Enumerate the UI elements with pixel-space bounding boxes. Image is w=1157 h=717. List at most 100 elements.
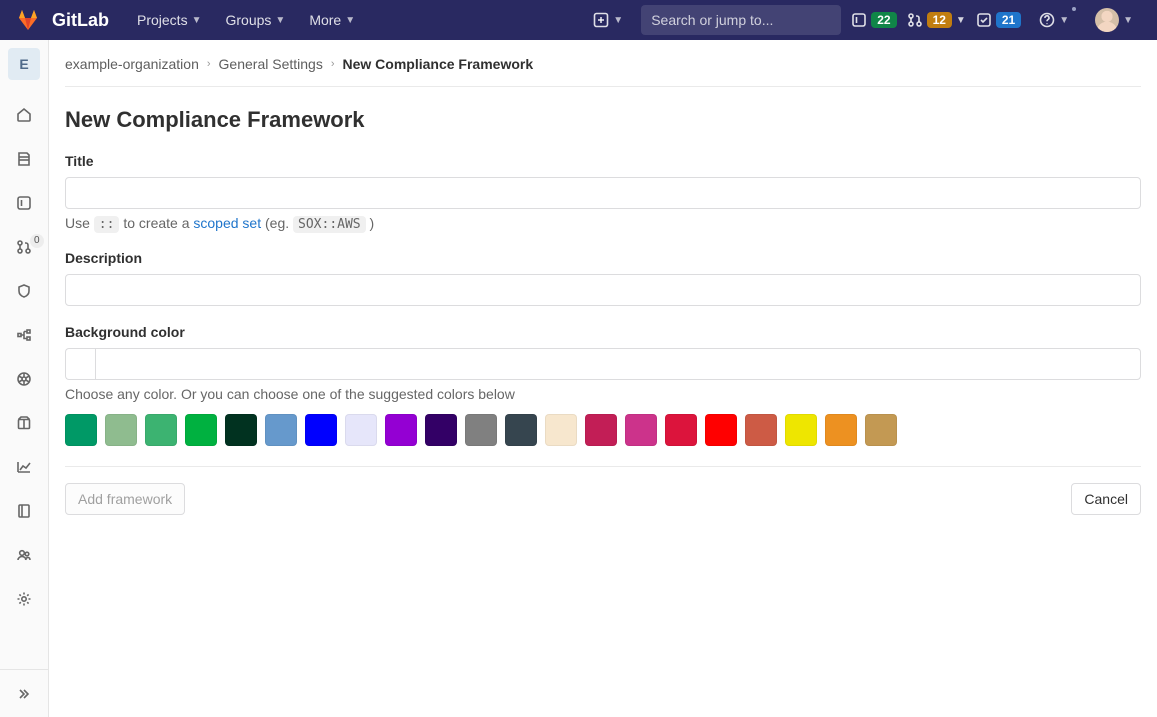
nav-groups[interactable]: Groups ▼ <box>217 6 293 34</box>
title-input[interactable] <box>65 177 1141 209</box>
analytics-icon <box>16 459 32 475</box>
sidebar-item-epics[interactable] <box>4 140 44 178</box>
color-swatch[interactable] <box>225 414 257 446</box>
color-swatch[interactable] <box>425 414 457 446</box>
todos-badge: 21 <box>996 12 1021 28</box>
color-swatch[interactable] <box>265 414 297 446</box>
breadcrumb-org[interactable]: example-organization <box>65 56 199 72</box>
color-swatch[interactable] <box>705 414 737 446</box>
issue-icon <box>851 12 867 28</box>
navbar-search[interactable] <box>641 5 841 35</box>
color-swatch[interactable] <box>345 414 377 446</box>
brand-name[interactable]: GitLab <box>52 10 109 31</box>
sidebar-mr-count: 0 <box>30 234 44 248</box>
sidebar-item-push-rules[interactable] <box>4 316 44 354</box>
color-help-text: Choose any color. Or you can choose one … <box>65 386 1141 402</box>
color-swatch[interactable] <box>385 414 417 446</box>
color-swatch[interactable] <box>65 414 97 446</box>
nav-todos-count[interactable]: 21 <box>976 12 1021 28</box>
home-icon <box>16 107 32 123</box>
description-label: Description <box>65 250 1141 266</box>
color-swatch[interactable] <box>465 414 497 446</box>
sidebar-item-kubernetes[interactable] <box>4 360 44 398</box>
color-swatch[interactable] <box>585 414 617 446</box>
nav-more[interactable]: More ▼ <box>301 6 363 34</box>
sidebar-item-overview[interactable] <box>4 96 44 134</box>
merge-request-icon <box>907 12 923 28</box>
color-swatch[interactable] <box>625 414 657 446</box>
gear-icon <box>16 591 32 607</box>
color-swatch[interactable] <box>305 414 337 446</box>
chevron-down-icon: ▼ <box>1123 15 1133 26</box>
title-label: Title <box>65 153 1141 169</box>
sidebar-collapse-toggle[interactable] <box>0 669 48 717</box>
help-icon <box>1039 12 1055 28</box>
nav-user-menu[interactable]: ▼ <box>1087 2 1141 38</box>
todo-icon <box>976 12 992 28</box>
sidebar-item-merge-requests[interactable]: 0 <box>4 228 44 266</box>
chevron-down-icon: ▼ <box>956 15 966 26</box>
sidebar-item-issues[interactable] <box>4 184 44 222</box>
description-input[interactable] <box>65 274 1141 306</box>
nav-help[interactable]: ▼ <box>1031 6 1077 34</box>
sidebar-item-settings[interactable] <box>4 580 44 618</box>
sidebar-group-avatar[interactable]: E <box>8 48 40 80</box>
breadcrumb-separator: › <box>207 58 211 70</box>
color-swatch[interactable] <box>505 414 537 446</box>
nav-issues-count[interactable]: 22 <box>851 12 896 28</box>
gitlab-logo-icon[interactable] <box>16 8 40 32</box>
search-input[interactable] <box>651 12 832 28</box>
mrs-badge: 12 <box>927 12 952 28</box>
sidebar-item-wiki[interactable] <box>4 492 44 530</box>
color-swatch[interactable] <box>745 414 777 446</box>
color-swatch[interactable] <box>545 414 577 446</box>
chevron-down-icon: ▼ <box>345 15 355 26</box>
sidebar-item-members[interactable] <box>4 536 44 574</box>
color-swatch[interactable] <box>105 414 137 446</box>
breadcrumb-section[interactable]: General Settings <box>219 56 323 72</box>
push-rules-icon <box>16 327 32 343</box>
title-help-post: (eg. <box>261 215 293 231</box>
color-preview-swatch[interactable] <box>65 348 95 380</box>
nav-new-dropdown[interactable]: ▼ <box>585 6 631 34</box>
nav-more-label: More <box>309 12 341 28</box>
color-swatch[interactable] <box>865 414 897 446</box>
issues-icon <box>16 195 32 211</box>
wiki-icon <box>16 503 32 519</box>
color-swatch[interactable] <box>785 414 817 446</box>
sidebar-item-analytics[interactable] <box>4 448 44 486</box>
cluster-icon <box>16 371 32 387</box>
navbar: GitLab Projects ▼ Groups ▼ More ▼ ▼ <box>0 0 1157 40</box>
sidebar-item-packages[interactable] <box>4 404 44 442</box>
chevron-down-icon: ▼ <box>1059 15 1069 26</box>
breadcrumb-current: New Compliance Framework <box>343 56 534 72</box>
color-value-input[interactable] <box>95 348 1141 380</box>
title-help-mid: to create a <box>119 215 193 231</box>
chevron-double-right-icon <box>16 686 32 702</box>
nav-groups-label: Groups <box>225 12 271 28</box>
add-framework-button[interactable]: Add framework <box>65 483 185 515</box>
sidebar-item-security[interactable] <box>4 272 44 310</box>
color-swatch[interactable] <box>145 414 177 446</box>
issues-badge: 22 <box>871 12 896 28</box>
title-help-text: Use :: to create a scoped set (eg. SOX::… <box>65 215 1141 232</box>
sidebar: E 0 <box>0 40 49 717</box>
main-content: example-organization › General Settings … <box>49 40 1157 717</box>
chevron-down-icon: ▼ <box>613 15 623 26</box>
members-icon <box>16 547 32 563</box>
cancel-button[interactable]: Cancel <box>1071 483 1141 515</box>
page-title: New Compliance Framework <box>65 107 1141 133</box>
breadcrumb-separator: › <box>331 58 335 70</box>
chevron-down-icon: ▼ <box>192 15 202 26</box>
title-help-example: SOX::AWS <box>293 216 366 233</box>
nav-mrs-count[interactable]: 12 ▼ <box>907 12 966 28</box>
color-swatch[interactable] <box>825 414 857 446</box>
title-help-code: :: <box>94 216 120 233</box>
title-help-close: ) <box>366 215 375 231</box>
color-swatch[interactable] <box>185 414 217 446</box>
help-notification-dot <box>1070 5 1078 13</box>
color-swatch[interactable] <box>665 414 697 446</box>
avatar <box>1095 8 1119 32</box>
nav-projects[interactable]: Projects ▼ <box>129 6 209 34</box>
title-help-scoped-set-link[interactable]: scoped set <box>193 215 261 231</box>
